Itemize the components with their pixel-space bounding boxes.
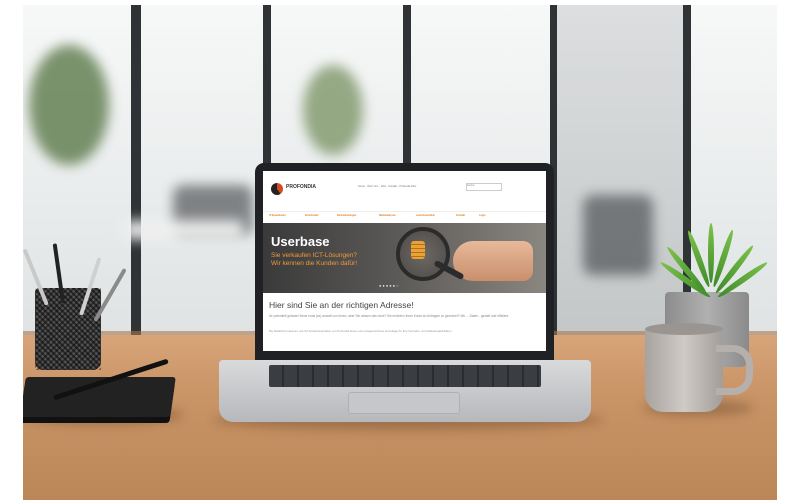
brand-logo-icon[interactable] — [271, 183, 283, 195]
menu-item[interactable]: Marktanalysen — [379, 214, 396, 217]
photo-scene: PROFONDIA Home · Über Uns · Jobs · Konta… — [23, 5, 777, 500]
background-chair — [583, 195, 653, 275]
intro-paragraph: Ihr potentiell grösster Neue ends (es) a… — [269, 314, 510, 318]
main-menu: IT-Spezialisten Entscheider Dienstleistu… — [263, 211, 546, 220]
menu-item[interactable]: Entscheider — [305, 214, 319, 217]
hero-subtitle-line: Sie verkaufen ICT-Lösungen? — [271, 252, 357, 259]
background-table — [123, 220, 243, 240]
coffee-mug-handle — [716, 345, 753, 395]
carousel-dots[interactable]: ●●●●●○ — [379, 283, 400, 288]
hero-subtitle: Sie verkaufen ICT-Lösungen? Wir kennen d… — [271, 252, 391, 268]
plant-leaf — [708, 223, 714, 283]
coin-stack-icon — [411, 241, 425, 259]
menu-item[interactable]: Dienstleistungen — [337, 214, 356, 217]
hero-title: Userbase — [271, 234, 330, 249]
brand-name[interactable]: PROFONDIA — [286, 184, 316, 190]
search-input[interactable]: Suche — [466, 183, 502, 191]
page-heading: Hier sind Sie an der richtigen Adresse! — [269, 300, 414, 310]
laptop-keyboard — [269, 365, 541, 387]
hero-subtitle-line: Wir kennen die Kunden dafür! — [271, 260, 357, 267]
body-paragraph: Die Marktinformationen und ICT-Entscheid… — [269, 329, 453, 333]
hand-image — [453, 241, 533, 281]
menu-item[interactable]: Kontakt — [456, 214, 465, 217]
menu-item[interactable]: Login — [479, 214, 486, 217]
coffee-mug — [645, 327, 723, 412]
background-plant — [29, 45, 109, 165]
background-window — [557, 5, 697, 335]
coffee-mug-rim — [645, 323, 723, 335]
laptop-screen: PROFONDIA Home · Über Uns · Jobs · Konta… — [263, 171, 546, 351]
hero-banner: Userbase Sie verkaufen ICT-Lösungen? Wir… — [263, 223, 546, 293]
background-plant — [303, 65, 363, 155]
site-header: PROFONDIA Home · Über Uns · Jobs · Konta… — [263, 171, 546, 205]
top-nav[interactable]: Home · Über Uns · Jobs · Kontakt · Profo… — [358, 185, 416, 188]
menu-item[interactable]: Lead-Generation — [416, 214, 435, 217]
menu-item[interactable]: IT-Spezialisten — [269, 214, 286, 217]
laptop-trackpad — [348, 392, 460, 414]
window-frame — [131, 5, 141, 335]
